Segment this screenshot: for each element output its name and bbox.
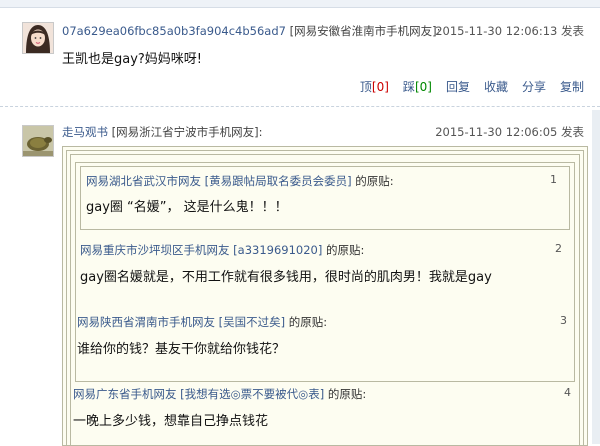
username-link[interactable]: 走马观书 [62,125,108,139]
quote-floor-number: 4 [564,386,571,399]
quote-header: 网易陕西省渭南市手机网友 [吴国不过矣] 的原贴: [77,314,327,330]
quote-author-location[interactable]: 网易陕西省渭南市手机网友 [77,315,215,329]
quote-floor-number: 1 [550,173,557,186]
quote-suffix: 的原贴: [355,174,394,188]
user-avatar[interactable] [22,125,54,157]
quote-author-location[interactable]: 网易湖北省武汉市网友 [86,174,201,188]
quote-header: 网易广东省手机网友 [我想有选◎票不要被代◎表] 的原贴: [73,386,366,402]
quote-text: 一晚上多少钱，想靠自己挣点钱花 [73,414,269,429]
quote-header: 网易湖北省武汉市网友 [黄易跟帖局取名委员会委员] 的原贴: [86,173,394,189]
post-timestamp: 2015-11-30 12:06:05 发表 [435,125,584,139]
quote-suffix: 的原贴: [288,315,328,329]
quote-author-signature[interactable]: [黄易跟帖局取名委员会委员] [205,174,352,188]
quote-author-signature[interactable]: [我想有选◎票不要被代◎表] [180,387,324,401]
quote-author-signature[interactable]: [a3319691020] [233,243,322,257]
user-location: [网易浙江省宁波市手机网友]: [111,125,263,139]
turtle-avatar-icon [23,126,53,156]
quote-header: 网易重庆市沙坪坝区手机网友 [a3319691020] 的原贴: [80,242,364,258]
quote-text: gay圈 “名媛”， 这是什么鬼！！！ [86,200,288,215]
quote-floor-number: 3 [560,314,567,327]
quote-suffix: 的原贴: [327,387,367,401]
quote-box-innermost: 网易湖北省武汉市网友 [黄易跟帖局取名委员会委员] 的原贴: 1 gay圈 “名… [80,166,570,230]
quote-author-signature[interactable]: [吴国不过矣] [219,315,285,329]
scrollbar-track[interactable] [592,110,600,444]
quote-author-location[interactable]: 网易广东省手机网友 [73,387,177,401]
quote-author-location[interactable]: 网易重庆市沙坪坝区手机网友 [80,243,230,257]
quote-suffix: 的原贴: [326,243,365,257]
quote-text: gay圈名媛就是，不用工作就有很多钱用，很时尚的肌肉男！我就是gay [80,270,492,285]
quote-floor-number: 2 [555,242,562,255]
quote-text: 谁给你的钱？基友干你就给你钱花？ [77,342,286,357]
comment-post: 走马观书 [网易浙江省宁波市手机网友]: 2015-11-30 12:06:05… [0,0,600,446]
post-header: 走马观书 [网易浙江省宁波市手机网友]: [62,124,263,140]
